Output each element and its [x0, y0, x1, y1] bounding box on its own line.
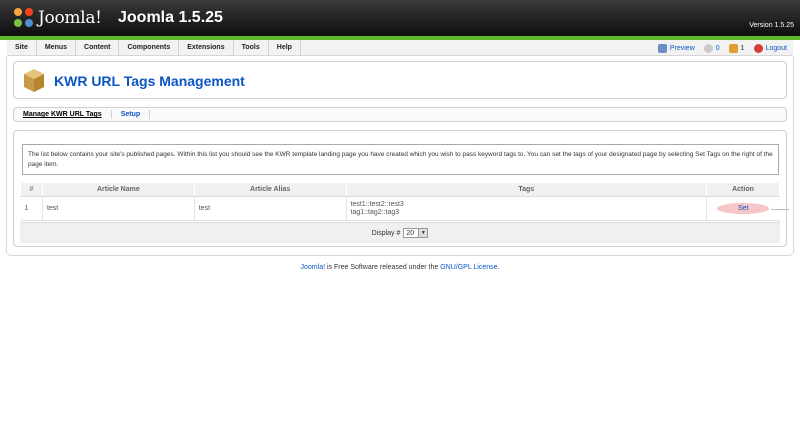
column-header-article-name[interactable]: Article Name: [41, 182, 195, 197]
footer-period: .: [497, 264, 500, 271]
page-title: KWR URL Tags Management: [54, 73, 245, 89]
column-header-tags: Tags: [345, 182, 707, 197]
description-text: The list below contains your site's publ…: [22, 144, 779, 175]
pagination-footer: Display # 20 ▼: [20, 222, 780, 243]
display-limit-value: 20: [406, 229, 415, 237]
joomla-logo: Joomla!: [14, 7, 102, 29]
preview-icon: [657, 43, 667, 53]
messages-link[interactable]: 0: [703, 43, 720, 53]
logout-label: Logout: [765, 44, 787, 52]
row-article-alias: test: [194, 196, 347, 221]
messages-icon: [703, 43, 713, 53]
column-header-number: #: [20, 182, 43, 197]
pages-table: # Article Name Article Alias Tags Action…: [20, 182, 781, 221]
menu-item-components[interactable]: Components: [119, 40, 180, 56]
logout-icon: [753, 43, 763, 53]
users-count: 1: [740, 44, 745, 52]
status-bar: Preview 0 1 Logout: [649, 40, 787, 56]
main-menu: Site Menus Content Components Extensions…: [7, 40, 301, 56]
set-tags-button[interactable]: Set: [717, 203, 770, 214]
display-limit-select[interactable]: 20 ▼: [403, 228, 429, 238]
submenu: Manage KWR URL Tags Setup: [13, 107, 787, 122]
menubar: Site Menus Content Components Extensions…: [7, 40, 793, 56]
product-title: Joomla 1.5.25: [118, 9, 223, 26]
row-number: 1: [20, 196, 43, 221]
menu-item-extensions[interactable]: Extensions: [179, 40, 234, 56]
logo-text: Joomla!: [38, 8, 102, 28]
menu-item-help[interactable]: Help: [269, 40, 301, 56]
menu-item-tools[interactable]: Tools: [234, 40, 269, 56]
preview-label: Preview: [669, 44, 695, 52]
package-box-icon: [24, 69, 44, 92]
joomla-logo-icon: [14, 8, 34, 28]
users-link[interactable]: 1: [728, 43, 745, 53]
preview-link[interactable]: Preview: [657, 43, 695, 53]
table-row: 1 test test test1::test2::test3 tag1::ta…: [20, 196, 780, 221]
submenu-item-manage-tags[interactable]: Manage KWR URL Tags: [14, 110, 112, 119]
logout-link[interactable]: Logout: [753, 43, 787, 53]
row-tags-line-2: tag1::tag2::tag3: [350, 208, 400, 216]
messages-count: 0: [715, 44, 720, 52]
version-label: Version 1.5.25: [749, 22, 794, 29]
users-icon: [728, 43, 738, 53]
row-article-name: test: [42, 196, 195, 221]
main-panel: The list below contains your site's publ…: [13, 130, 787, 247]
row-tags: test1::test2::test3 tag1::tag2::tag3: [346, 196, 707, 221]
footer-text: is Free Software released under the: [325, 264, 441, 271]
joomla-link[interactable]: Joomla!: [301, 264, 326, 271]
menu-item-menus[interactable]: Menus: [37, 40, 77, 56]
chevron-down-icon: ▼: [418, 229, 428, 237]
menu-item-site[interactable]: Site: [7, 40, 37, 56]
column-header-action: Action: [705, 182, 781, 197]
license-link[interactable]: GNU/GPL License: [440, 264, 497, 271]
submenu-item-setup[interactable]: Setup: [112, 110, 151, 119]
menu-item-content[interactable]: Content: [76, 40, 120, 56]
pointer-line: [771, 209, 789, 210]
row-tags-line-1: test1::test2::test3: [350, 200, 404, 208]
header-bar: Joomla! Joomla 1.5.25 Version 1.5.25: [0, 0, 800, 36]
title-panel: KWR URL Tags Management: [13, 61, 787, 99]
table-header-row: # Article Name Article Alias Tags Action: [20, 182, 781, 197]
display-label: Display #: [371, 229, 401, 237]
column-header-article-alias[interactable]: Article Alias: [193, 182, 347, 197]
page-footer: Joomla! is Free Software released under …: [0, 264, 800, 271]
row-action-cell: Set: [706, 196, 780, 221]
